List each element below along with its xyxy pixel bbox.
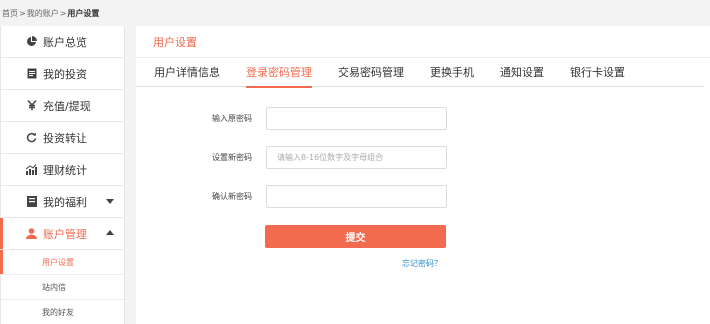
confirm-password-label: 确认新密码 [212,192,252,201]
user-icon [26,228,37,239]
tab-login-password[interactable]: 登录密码管理 [246,59,312,88]
main-panel: 用户设置 用户详情信息 登录密码管理 交易密码管理 更换手机 通知设置 银行卡设… [136,26,710,324]
sidebar-item-account-management[interactable]: 账户管理 [0,218,124,250]
sidebar-item-label: 我的福利 [43,195,87,209]
breadcrumb-separator: > [59,9,67,18]
refresh-icon [26,132,37,143]
new-password-input[interactable] [266,146,447,169]
submit-button[interactable]: 提交 [265,225,446,248]
sidebar-item-label: 理财统计 [43,163,87,177]
sidebar-subitem-user-settings[interactable]: 用户设置 [0,250,124,275]
sidebar-item-recharge-withdraw[interactable]: 充值/提现 [1,90,124,122]
sidebar-item-account-overview[interactable]: 账户总览 [1,26,124,58]
breadcrumb: 首页>我的账户>用户设置 [0,0,710,26]
chevron-up-icon[interactable] [106,230,114,235]
new-password-label: 设置新密码 [212,153,252,162]
confirm-password-row: 确认新密码 [136,185,710,209]
old-password-label: 输入原密码 [212,114,252,123]
document-icon [26,68,37,79]
tab-trade-password[interactable]: 交易密码管理 [338,59,404,87]
new-password-row: 设置新密码 [136,146,710,170]
tab-user-details[interactable]: 用户详情信息 [154,59,220,87]
breadcrumb-home-link[interactable]: 首页 [2,9,18,18]
breadcrumb-current: 用户设置 [67,9,100,18]
sidebar-item-my-investment[interactable]: 我的投资 [1,58,124,90]
sidebar-item-label: 充值/提现 [43,99,91,113]
old-password-input[interactable] [266,107,447,130]
sidebar-item-label: 账户总览 [43,35,87,49]
bar-chart-icon [26,164,37,175]
tab-notification-settings[interactable]: 通知设置 [500,59,544,87]
sidebar: 账户总览 我的投资 充值/提现 投资转让 理财统计 我的福利 账户管理 用户设置… [0,26,125,324]
gift-icon [26,196,37,207]
sidebar-item-my-welfare[interactable]: 我的福利 [1,186,124,218]
tab-bank-card-settings[interactable]: 银行卡设置 [570,59,625,87]
sidebar-item-finance-stats[interactable]: 理财统计 [1,154,124,186]
forgot-password-link[interactable]: 忘记密码？ [402,258,442,269]
old-password-row: 输入原密码 [136,107,710,131]
page-title: 用户设置 [136,26,710,58]
chevron-down-icon[interactable] [106,199,114,204]
yen-icon [26,100,37,111]
sidebar-item-label: 我的投资 [43,67,87,81]
pie-chart-icon [26,36,37,47]
sidebar-subitem-inbox[interactable]: 站内信 [1,275,124,300]
breadcrumb-account-link[interactable]: 我的账户 [27,9,59,18]
confirm-password-input[interactable] [266,185,447,208]
sidebar-item-investment-transfer[interactable]: 投资转让 [1,122,124,154]
breadcrumb-separator: > [19,9,26,18]
settings-tabs: 用户详情信息 登录密码管理 交易密码管理 更换手机 通知设置 银行卡设置 [136,59,704,88]
sidebar-item-label: 账户管理 [43,227,87,241]
sidebar-item-label: 投资转让 [43,131,87,145]
tab-change-phone[interactable]: 更换手机 [430,59,474,87]
sidebar-subitem-my-friends[interactable]: 我的好友 [1,300,124,324]
